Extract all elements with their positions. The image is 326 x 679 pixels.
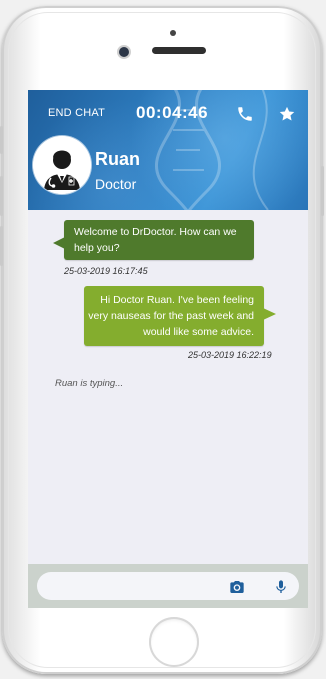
- phone-volume-down-button: [0, 226, 3, 266]
- composer-bar: [28, 564, 308, 608]
- message-text: Welcome to DrDoctor. How can we help you…: [74, 226, 237, 254]
- end-chat-button[interactable]: END CHAT: [48, 107, 105, 119]
- camera-icon[interactable]: [229, 579, 245, 595]
- call-timer: 00:04:46: [136, 103, 209, 122]
- earpiece-speaker: [152, 47, 206, 54]
- phone-volume-up-button: [0, 176, 3, 216]
- message-text: Hi Doctor Ruan. I've been feeling very n…: [88, 294, 254, 338]
- incoming-message-bubble: Welcome to DrDoctor. How can we help you…: [53, 220, 254, 260]
- message-timestamp: 25-03-2019 16:17:45: [64, 266, 148, 276]
- phone-power-button: [321, 166, 324, 216]
- contact-role: Doctor: [95, 176, 137, 192]
- outgoing-message-bubble: Hi Doctor Ruan. I've been feeling very n…: [84, 286, 276, 346]
- star-icon[interactable]: [278, 105, 296, 123]
- contact-name: Ruan: [95, 149, 140, 169]
- phone-icon[interactable]: [236, 105, 254, 123]
- doctor-avatar-icon: [33, 136, 91, 194]
- chat-header: END CHAT 00:04:46 Ruan Doctor: [28, 90, 308, 210]
- proximity-sensor: [170, 30, 176, 36]
- message-timestamp: 25-03-2019 16:22:19: [188, 350, 272, 360]
- phone-side-button: [0, 126, 3, 154]
- front-camera: [119, 47, 129, 57]
- chat-screen: END CHAT 00:04:46 Ruan Doctor Welcome to…: [28, 90, 308, 608]
- microphone-icon[interactable]: [273, 579, 289, 595]
- message-input[interactable]: [37, 572, 299, 600]
- typing-indicator: Ruan is typing...: [55, 378, 124, 389]
- home-button[interactable]: [149, 617, 199, 667]
- phone-frame: END CHAT 00:04:46 Ruan Doctor Welcome to…: [0, 6, 324, 674]
